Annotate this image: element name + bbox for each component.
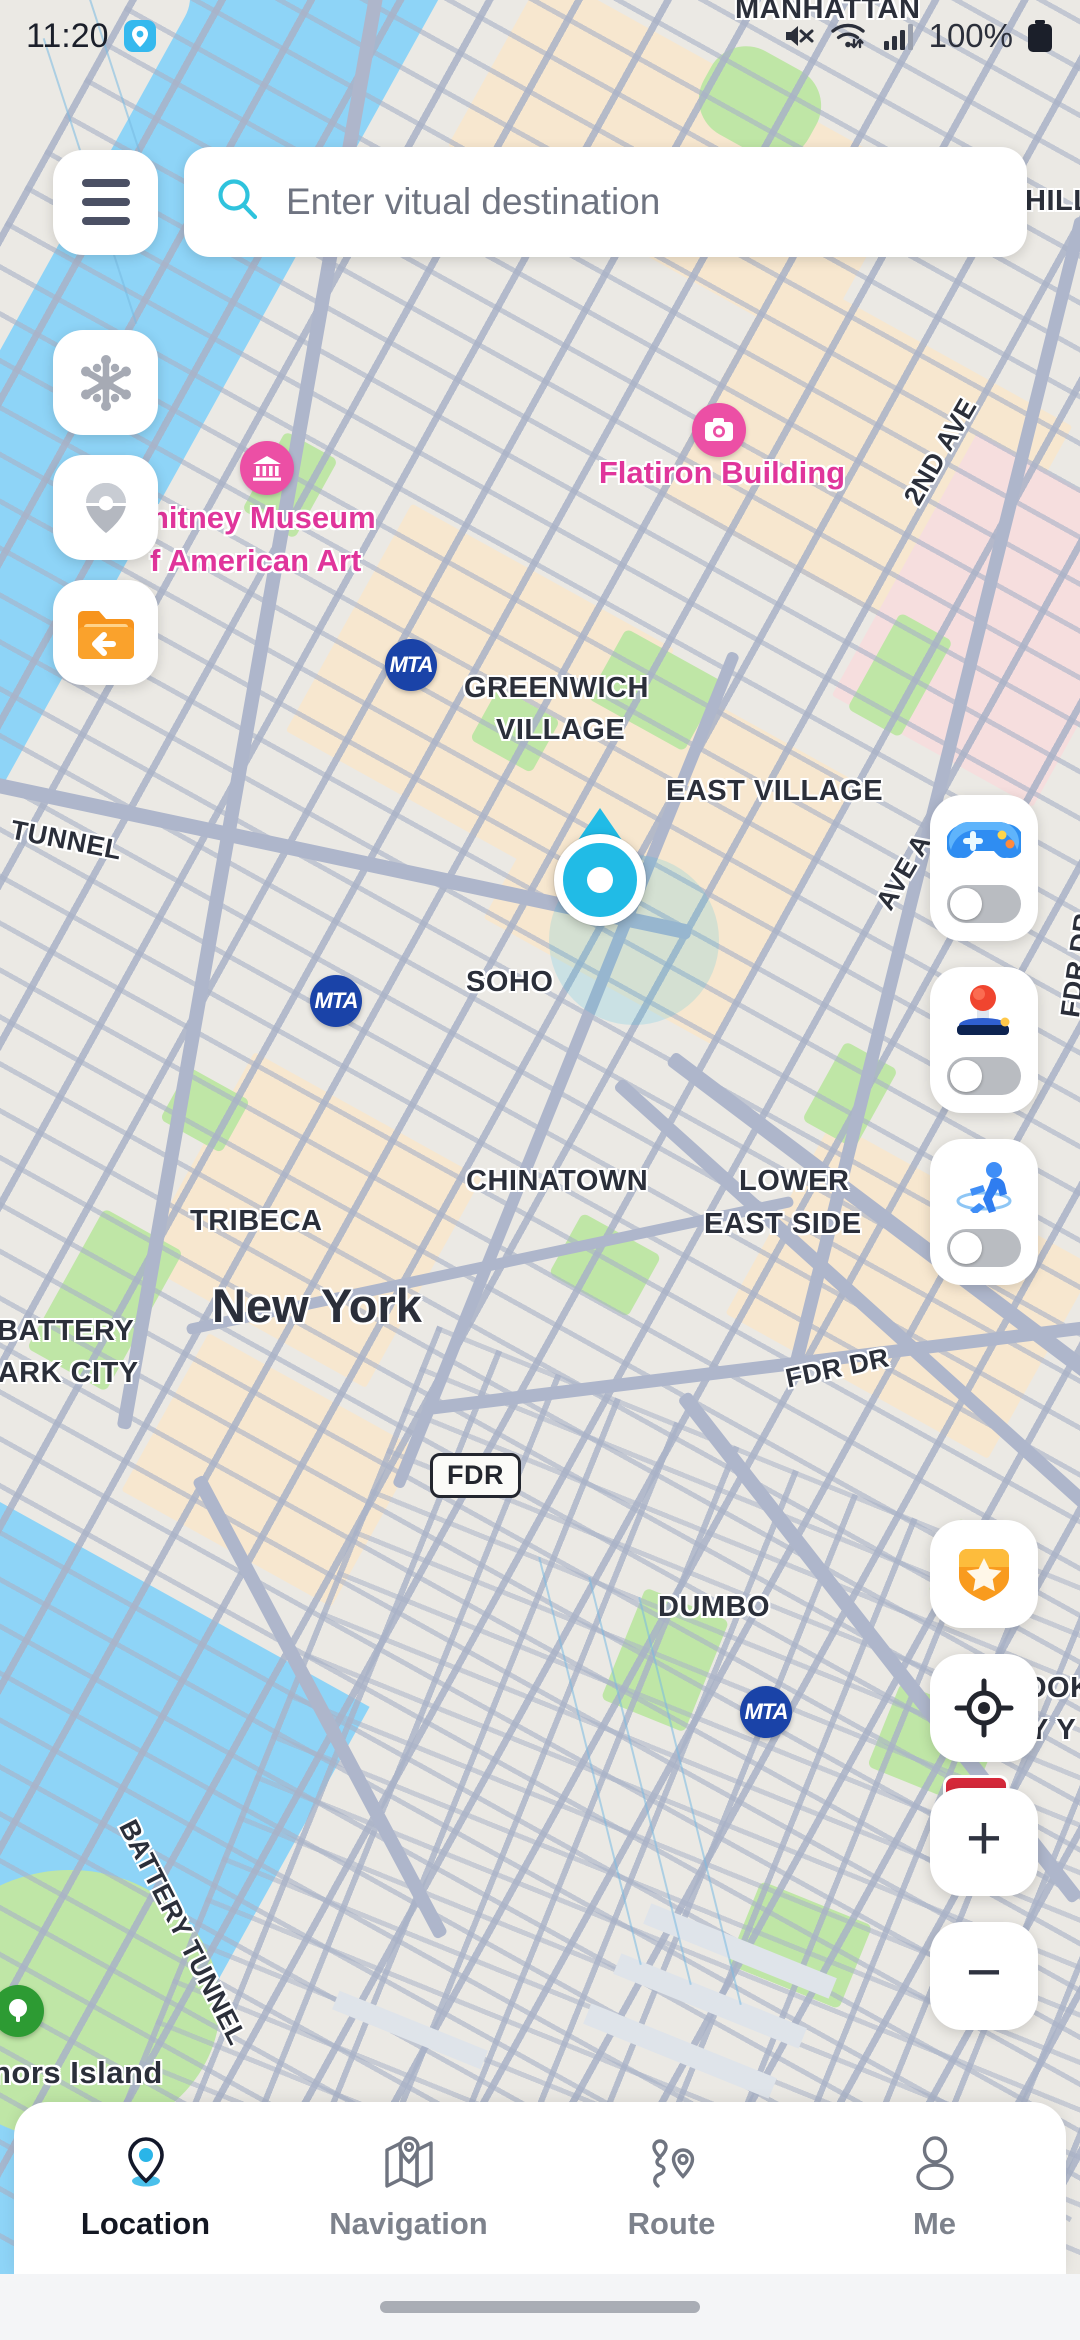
- freeze-location-button[interactable]: [53, 330, 158, 435]
- toggle-switch[interactable]: [947, 1057, 1021, 1095]
- map-label-lower: LOWER: [739, 1165, 850, 1197]
- map-label-greenwich: GREENWICH: [464, 672, 649, 704]
- status-bar: 11:20 100%: [0, 0, 1080, 72]
- running-person-icon: [947, 1155, 1021, 1215]
- map-canvas[interactable]: MANHATTAN HILL GREENWICH VILLAGE EAST VI…: [0, 0, 1080, 2340]
- import-route-button[interactable]: [53, 580, 158, 685]
- app-root: MANHATTAN HILL GREENWICH VILLAGE EAST VI…: [0, 0, 1080, 2340]
- map-label-governors-island: nors Island: [0, 2055, 163, 2090]
- map-label-east-village: EAST VILLAGE: [666, 775, 884, 807]
- poi-label-whitney-line2: f American Art: [150, 543, 362, 578]
- map-label-chinatown: CHINATOWN: [466, 1165, 649, 1197]
- star-badge-icon: [959, 1549, 1009, 1601]
- poi-label-flatiron: Flatiron Building: [598, 455, 846, 490]
- camera-icon: [705, 418, 733, 441]
- nav-tab-navigation[interactable]: Navigation: [277, 2134, 540, 2242]
- zoom-out-button[interactable]: −: [930, 1922, 1038, 2030]
- mta-station-marker[interactable]: MTA: [385, 639, 437, 691]
- map-label-battery: BATTERY: [0, 1315, 135, 1347]
- status-bar-right: 100%: [782, 17, 1054, 55]
- location-pin-gray-icon: [85, 482, 126, 533]
- route-pins-icon: [643, 2134, 701, 2190]
- left-tool-stack: [53, 330, 158, 685]
- home-indicator-area: [0, 2274, 1080, 2340]
- search-placeholder-text: Enter vitual destination: [286, 181, 661, 222]
- status-bar-left: 11:20: [26, 17, 157, 56]
- hamburger-menu-icon: [81, 217, 130, 225]
- museum-icon: [253, 456, 281, 481]
- poi-marker-flatiron[interactable]: [692, 403, 746, 457]
- joystick-icon: [947, 983, 1021, 1043]
- map-fold-icon: [381, 2134, 437, 2190]
- right-toggle-stack: [930, 795, 1038, 1285]
- nav-label-me: Me: [912, 2206, 957, 2241]
- poi-label-whitney-line1: hitney Museum: [150, 500, 376, 535]
- nav-tab-me[interactable]: Me: [803, 2134, 1066, 2242]
- hamburger-menu-button[interactable]: [53, 149, 158, 255]
- nav-tab-location[interactable]: Location: [14, 2134, 277, 2242]
- search-row: Enter vitual destination: [0, 147, 1080, 257]
- mta-station-marker[interactable]: MTA: [740, 1686, 792, 1738]
- status-time: 11:20: [26, 16, 109, 55]
- nav-tab-route[interactable]: Route: [540, 2134, 803, 2242]
- folder-import-icon: [77, 610, 134, 659]
- bottom-navigation-bar: Location Navigation Route Me: [14, 2102, 1066, 2274]
- joystick-stick-toggle[interactable]: [930, 967, 1038, 1113]
- right-button-stack: + −: [930, 1520, 1038, 2030]
- mta-station-marker[interactable]: MTA: [310, 975, 362, 1027]
- location-center-dot: [587, 867, 613, 893]
- tree-icon: [9, 1999, 27, 2022]
- search-icon: [214, 176, 262, 229]
- volume-muted-icon: [782, 21, 816, 51]
- favorites-button[interactable]: [930, 1520, 1038, 1628]
- movement-simulation-toggle[interactable]: [930, 1139, 1038, 1285]
- toggle-knob: [950, 888, 982, 920]
- map-label-dumbo: DUMBO: [658, 1591, 771, 1623]
- minus-icon: −: [965, 1938, 1003, 2007]
- toggle-switch[interactable]: [947, 1229, 1021, 1267]
- location-pin-icon: [118, 2134, 174, 2190]
- crosshair-icon: [954, 1678, 1014, 1738]
- current-location-marker[interactable]: [554, 808, 646, 926]
- map-label-new-york: New York: [212, 1279, 422, 1332]
- fake-location-button[interactable]: [53, 455, 158, 560]
- road-shield-fdr: FDR: [430, 1453, 521, 1498]
- gamepad-icon: [947, 811, 1021, 871]
- toggle-knob: [950, 1232, 982, 1264]
- home-indicator[interactable]: [380, 2301, 700, 2313]
- zoom-in-button[interactable]: +: [930, 1788, 1038, 1896]
- battery-percentage: 100%: [928, 17, 1013, 54]
- hamburger-menu-icon: [81, 198, 130, 206]
- map-label-park-city: PARK CITY: [0, 1357, 139, 1389]
- map-label-east-side: EAST SIDE: [704, 1208, 862, 1240]
- cellular-signal-icon: [882, 21, 916, 51]
- battery-icon: [1026, 19, 1054, 53]
- wifi-icon: [829, 20, 869, 52]
- poi-marker-whitney[interactable]: [240, 441, 294, 495]
- search-input[interactable]: Enter vitual destination: [184, 147, 1027, 257]
- map-label-village: VILLAGE: [496, 714, 626, 746]
- plus-icon: +: [965, 1804, 1003, 1873]
- nav-label-location: Location: [80, 2206, 211, 2241]
- map-label-soho: SOHO: [466, 966, 554, 998]
- nav-label-navigation: Navigation: [329, 2206, 488, 2241]
- location-pin-icon: [123, 19, 157, 53]
- toggle-switch[interactable]: [947, 885, 1021, 923]
- map-label-tribeca: TRIBECA: [190, 1205, 323, 1237]
- my-location-button[interactable]: [930, 1654, 1038, 1762]
- snowflake-icon: [80, 354, 131, 411]
- person-icon: [907, 2134, 963, 2190]
- hamburger-menu-icon: [81, 179, 130, 187]
- nav-label-route: Route: [627, 2206, 716, 2241]
- joystick-gamepad-toggle[interactable]: [930, 795, 1038, 941]
- toggle-knob: [950, 1060, 982, 1092]
